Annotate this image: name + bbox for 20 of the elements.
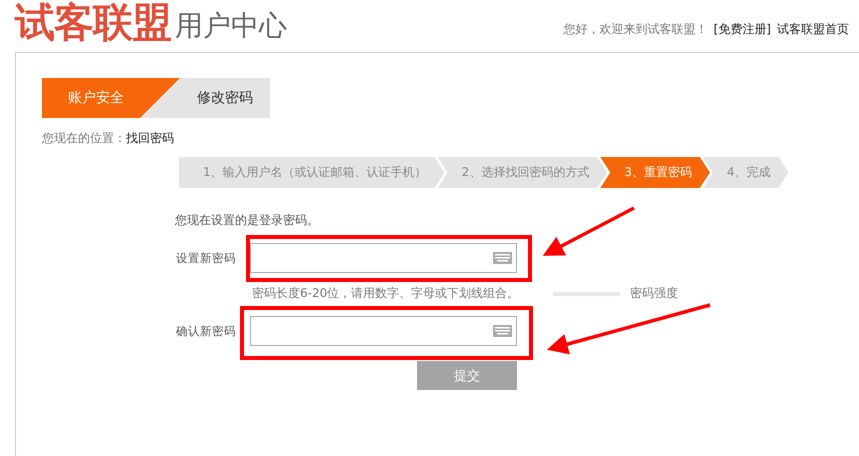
progress-step: 1、输入用户名（或认证邮箱、认证手机） (179, 157, 445, 188)
field-label: 确认新密码 (175, 324, 237, 338)
strength-label: 密码强度 (630, 285, 678, 302)
header-link[interactable]: [免费注册] (714, 21, 771, 38)
form-note: 您现在设置的是登录密码。 (175, 212, 320, 229)
logo-subtitle: 用户中心 (175, 8, 287, 44)
welcome-text: 您好，欢迎来到试客联盟！ (564, 21, 708, 38)
site-logo[interactable]: 试客联盟 (15, 0, 171, 46)
password-hint: 密码长度6-20位，请用数字、字母或下划线组合。 (252, 285, 520, 302)
keyboard-icon[interactable] (493, 252, 512, 264)
progress-step: 3、重置密码 (600, 157, 710, 188)
progress-step: 4、完成 (702, 157, 789, 188)
password-field[interactable] (250, 316, 517, 346)
breadcrumb-current: 找回密码 (126, 130, 174, 147)
header-link[interactable]: 试客联盟首页 (777, 21, 849, 38)
breadcrumb-label: 您现在的位置： (42, 130, 126, 147)
keyboard-icon[interactable] (493, 325, 512, 337)
field-label: 设置新密码 (175, 250, 237, 266)
progress-step: 2、选择找回密码的方式 (438, 157, 608, 188)
password-field[interactable] (250, 243, 517, 273)
